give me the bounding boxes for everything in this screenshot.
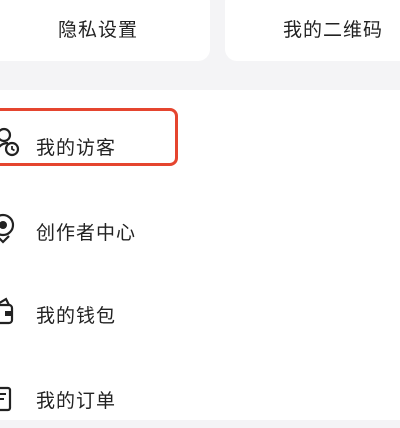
my-qr-code-label: 我的二维码 bbox=[283, 19, 384, 41]
wallet-icon bbox=[0, 297, 14, 325]
menu-item-visitors[interactable]: 我的访客 bbox=[0, 115, 400, 175]
orders-icon bbox=[0, 386, 12, 412]
menu-item-label: 我的订单 bbox=[36, 390, 117, 412]
visitors-icon bbox=[0, 127, 20, 157]
menu-item-label: 我的访客 bbox=[36, 137, 117, 159]
menu-item-creator-center[interactable]: 创作者中心 bbox=[0, 200, 400, 260]
menu-list: 我的访客 创作者中心 我的钱包 我的订单 bbox=[0, 90, 400, 420]
my-qr-code-button[interactable]: 我的二维码 bbox=[225, 0, 400, 61]
menu-item-label: 我的钱包 bbox=[36, 305, 117, 327]
privacy-settings-button[interactable]: 隐私设置 bbox=[0, 0, 210, 61]
privacy-settings-label: 隐私设置 bbox=[58, 19, 139, 41]
menu-item-orders[interactable]: 我的订单 bbox=[0, 368, 400, 428]
menu-item-label: 创作者中心 bbox=[36, 222, 137, 244]
top-cards-area: 隐私设置 我的二维码 bbox=[0, 0, 400, 90]
creator-icon bbox=[0, 213, 15, 244]
menu-item-wallet[interactable]: 我的钱包 bbox=[0, 283, 400, 343]
